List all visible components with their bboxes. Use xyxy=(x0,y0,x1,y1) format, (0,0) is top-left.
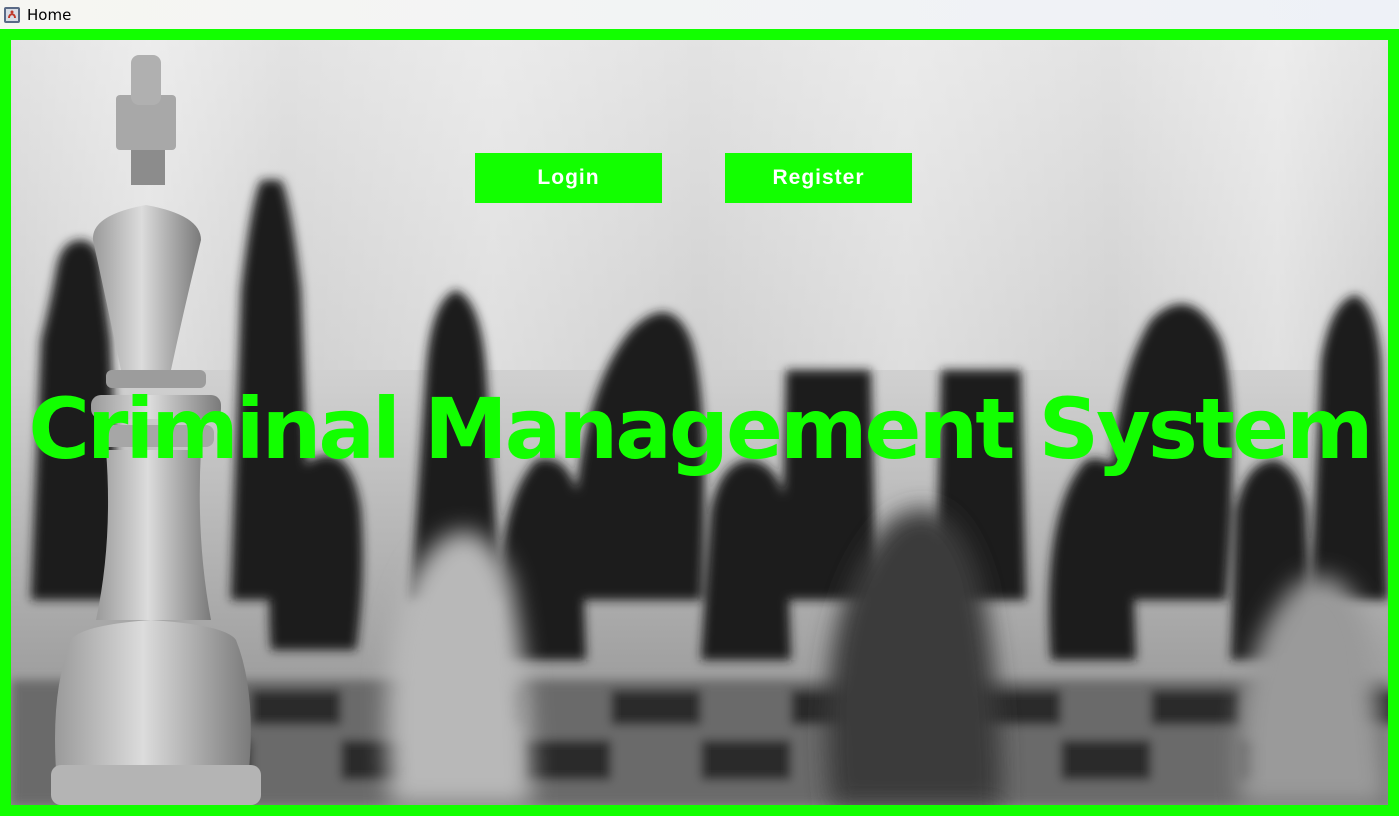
home-panel: Login Register Criminal Management Syste… xyxy=(0,29,1399,816)
login-button[interactable]: Login xyxy=(475,153,662,203)
java-app-icon xyxy=(3,6,21,24)
window-title: Home xyxy=(27,5,72,24)
register-button[interactable]: Register xyxy=(725,153,912,203)
window-titlebar: Home xyxy=(0,0,1399,29)
app-title-headline: Criminal Management System xyxy=(28,380,1373,478)
